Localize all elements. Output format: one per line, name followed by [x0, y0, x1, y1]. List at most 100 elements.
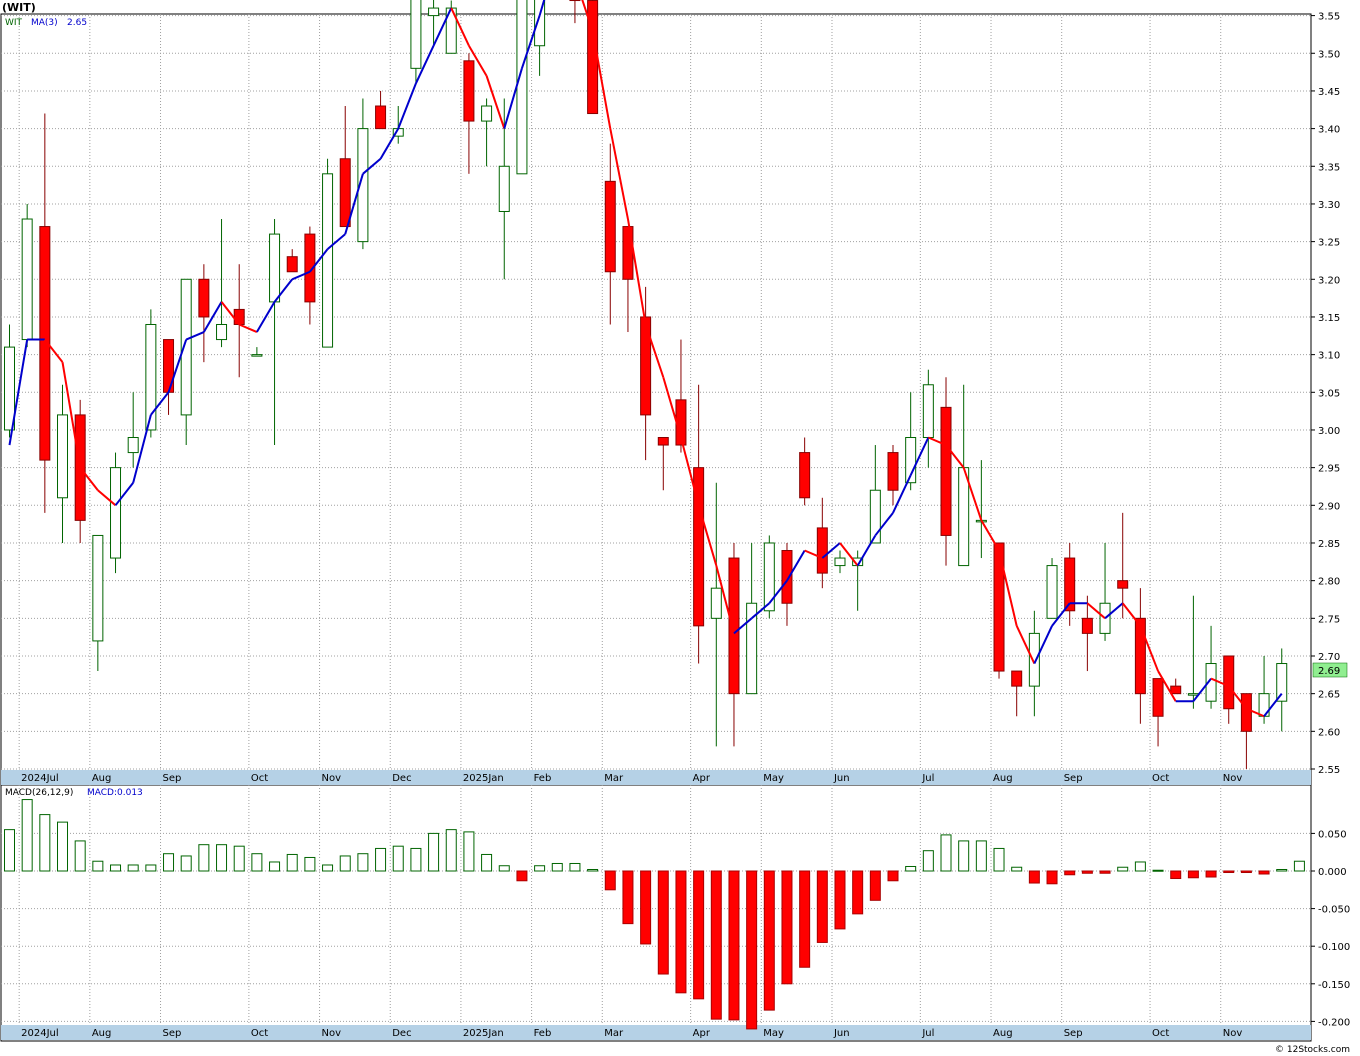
macd-bar — [322, 864, 334, 872]
candle-body — [92, 534, 104, 642]
macd-bar — [975, 840, 987, 872]
price-tick-label: 3.55 — [1318, 12, 1340, 23]
macd-bar — [1064, 870, 1076, 876]
macd-tick-label: -0.050 — [1318, 905, 1350, 916]
last-price-value: 2.69 — [1318, 666, 1340, 677]
candle-body — [728, 557, 740, 695]
candle-body — [710, 587, 722, 619]
macd-bar — [163, 853, 175, 872]
macd-bar — [1099, 870, 1111, 874]
macd-bar — [763, 870, 775, 1011]
macd-tick-label: 0.050 — [1318, 829, 1347, 840]
macd-bar — [1170, 870, 1182, 880]
macd-bar — [958, 840, 970, 872]
chart-title: (WIT) — [2, 1, 36, 14]
candle-body — [198, 278, 210, 318]
macd-bar — [905, 865, 917, 872]
macd-bar — [39, 814, 51, 872]
macd-legend-label: MACD(26,12,9) — [5, 788, 73, 798]
candle-body — [1011, 670, 1023, 687]
x-axis-label: Nov — [1223, 1028, 1243, 1039]
x-axis-label: Feb — [534, 1028, 552, 1039]
candle-body — [799, 452, 811, 499]
candle-body — [410, 0, 422, 69]
macd-bar — [852, 870, 864, 915]
price-legend-ma-label: MA(3) — [31, 18, 58, 28]
candle-body — [110, 467, 122, 559]
price-tick-label: 2.80 — [1318, 577, 1340, 588]
macd-bar — [410, 847, 422, 872]
macd-bar — [746, 870, 758, 1030]
price-tick-label: 2.85 — [1318, 539, 1340, 550]
macd-bar — [1117, 866, 1129, 872]
candle — [21, 203, 33, 348]
price-panel — [0, 13, 1312, 786]
price-tick-label: 3.50 — [1318, 49, 1340, 60]
macd-bar — [534, 865, 546, 872]
macd-bar — [1258, 870, 1270, 875]
candle-body — [657, 437, 669, 446]
price-tick-label: 3.45 — [1318, 87, 1340, 98]
macd-bar — [622, 870, 634, 925]
x-axis-label: Sep — [163, 1028, 182, 1039]
macd-bar — [1011, 866, 1023, 872]
macd-bar — [269, 861, 281, 872]
x-axis-label: Aug — [92, 773, 112, 784]
candle-body — [887, 452, 899, 491]
candle-body — [1081, 617, 1093, 634]
macd-bar — [728, 870, 740, 1021]
candle-body — [1170, 685, 1182, 695]
macd-bar — [675, 870, 687, 994]
macd-bar — [392, 845, 404, 872]
macd-legend-value: MACD:0.013 — [87, 788, 143, 798]
macd-bar — [428, 832, 440, 872]
macd-bar — [1134, 861, 1146, 872]
x-axis-label: Oct — [1152, 773, 1169, 784]
price-legend-ma-value: 2.65 — [67, 18, 87, 28]
price-tick-label: 3.20 — [1318, 275, 1340, 286]
candle-body — [1187, 693, 1199, 696]
macd-bar — [127, 864, 139, 872]
macd-bar — [640, 870, 652, 945]
x-axis-label: Nov — [1223, 773, 1243, 784]
macd-bar — [286, 853, 298, 872]
candle-body — [233, 308, 245, 325]
macd-bar — [145, 864, 157, 872]
macd-bar — [1152, 869, 1164, 872]
macd-tick-label: -0.200 — [1318, 1017, 1350, 1028]
candle — [516, 0, 528, 175]
macd-bar — [92, 860, 104, 872]
macd-bar — [799, 870, 811, 968]
candle-body — [269, 233, 281, 303]
macd-bar — [657, 870, 669, 975]
macd-bar — [57, 821, 69, 872]
price-tick-label: 3.25 — [1318, 238, 1340, 249]
candle-body — [1134, 617, 1146, 695]
macd-bar — [551, 862, 563, 872]
x-axis-label: Sep — [163, 773, 182, 784]
candle-body — [1028, 632, 1040, 687]
candle-body — [4, 346, 15, 431]
price-tick-label: 2.95 — [1318, 464, 1340, 475]
candle-body — [834, 557, 846, 567]
x-axis-label: Apr — [693, 1028, 711, 1039]
x-axis-label: Jun — [833, 1028, 850, 1039]
price-tick-label: 2.70 — [1318, 652, 1340, 663]
candle-body — [1240, 693, 1252, 732]
macd-x-axis-band — [1, 1025, 1311, 1040]
candle-body — [498, 165, 510, 212]
macd-bar — [445, 829, 457, 872]
x-axis-label: Nov — [322, 1028, 342, 1039]
x-axis-label: Feb — [534, 773, 552, 784]
candle-body — [216, 323, 228, 341]
macd-bar — [1187, 870, 1199, 879]
price-tick-label: 3.35 — [1318, 162, 1340, 173]
candle-body — [463, 60, 475, 122]
macd-bar — [1276, 868, 1288, 872]
x-axis-label: 2025Jan — [463, 1028, 504, 1039]
x-axis-label: Jun — [833, 773, 850, 784]
price-tick-label: 2.55 — [1318, 765, 1340, 776]
macd-axis: 0.050 0.000 -0.050 -0.100 -0.150 -0.200 — [1311, 829, 1350, 1028]
x-axis-label: Jul — [921, 1028, 934, 1039]
candle-body — [816, 527, 828, 574]
